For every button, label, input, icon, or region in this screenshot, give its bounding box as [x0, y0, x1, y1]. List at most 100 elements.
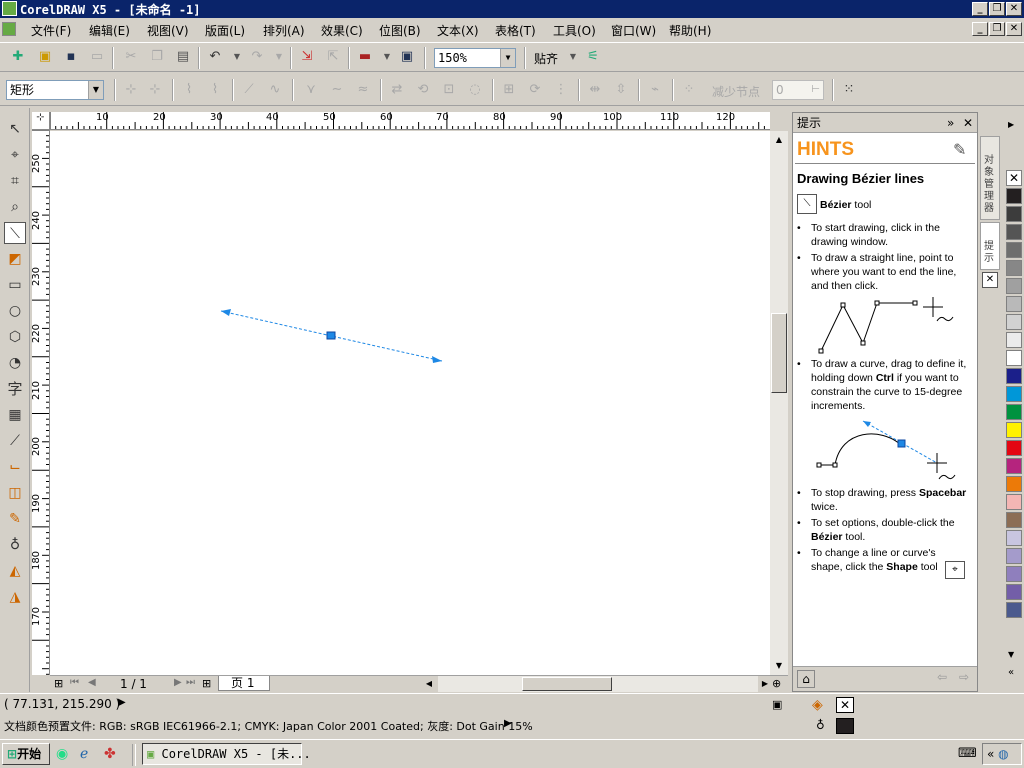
table-tool-icon[interactable]: ▦ — [4, 404, 26, 426]
no-color-swatch[interactable]: ✕ — [1006, 170, 1022, 186]
extract-subpath-icon[interactable]: ⊡ — [440, 81, 458, 99]
color-swatch[interactable] — [1006, 332, 1022, 348]
drawing-canvas[interactable] — [50, 131, 770, 675]
vertical-scrollbar[interactable]: ▲ ▼ — [770, 131, 788, 675]
menu-tools[interactable]: 工具(O) — [553, 22, 596, 39]
palette-scroll-down-icon[interactable]: ▼ — [1008, 650, 1014, 659]
menu-effects[interactable]: 效果(C) — [321, 22, 363, 39]
add-page-before-icon[interactable]: ⊞ — [54, 677, 63, 690]
crop-tool-icon[interactable]: ⌗ — [4, 170, 26, 192]
shape-tool-icon[interactable]: ⌖ — [4, 144, 26, 166]
add-page-after-icon[interactable]: ⊞ — [202, 677, 211, 690]
bezier-tool-icon[interactable]: ⟍ — [4, 222, 26, 244]
break-curve-icon[interactable]: ⌇ — [206, 81, 224, 99]
close-tab-icon[interactable]: ✕ — [982, 272, 998, 288]
dimension-tool-icon[interactable]: ⟋ — [4, 430, 26, 452]
cusp-node-icon[interactable]: ⋎ — [302, 81, 320, 99]
color-swatch[interactable] — [1006, 422, 1022, 438]
home-icon[interactable]: ⌂ — [797, 670, 815, 688]
elastic-mode-icon[interactable]: ⌁ — [646, 81, 664, 99]
paste-icon[interactable]: ▤ — [174, 48, 192, 66]
keyboard-icon[interactable]: ⌨ — [958, 746, 977, 761]
select-all-nodes-icon[interactable]: ⁘ — [680, 81, 698, 99]
interactive-fill-tool-icon[interactable]: ◮ — [4, 586, 26, 608]
help-book-icon[interactable]: ✎ — [953, 140, 966, 159]
next-page-icon[interactable]: ▶ — [174, 677, 182, 688]
color-swatch[interactable] — [1006, 242, 1022, 258]
pick-tool-icon[interactable]: ↖ — [4, 118, 26, 140]
delete-node-icon[interactable]: ⊹ — [146, 81, 164, 99]
palette-flyout-icon[interactable]: « — [1008, 667, 1014, 678]
color-swatch[interactable] — [1006, 314, 1022, 330]
stretch-nodes-icon[interactable]: ⊞ — [500, 81, 518, 99]
smooth-node-icon[interactable]: ∼ — [328, 81, 346, 99]
taskbar-coreldraw-button[interactable]: ▣ CorelDRAW X5 - [未... — [142, 743, 311, 765]
color-swatch[interactable] — [1006, 404, 1022, 420]
close-curve-icon[interactable]: ◌ — [466, 81, 484, 99]
text-tool-icon[interactable]: 字 — [4, 378, 26, 400]
join-nodes-icon[interactable]: ⌇ — [180, 81, 198, 99]
doc-restore-button[interactable]: ❐ — [989, 22, 1005, 36]
scroll-right-icon[interactable]: ▶ — [758, 677, 772, 691]
zoom-level-select[interactable]: 150% ▼ — [434, 48, 516, 68]
control-point-start[interactable] — [221, 309, 231, 316]
control-point-end[interactable] — [432, 356, 442, 363]
vertical-scroll-thumb[interactable] — [771, 313, 787, 393]
reflect-vertical-icon[interactable]: ⇳ — [612, 81, 630, 99]
menu-bitmaps[interactable]: 位图(B) — [379, 22, 421, 39]
color-swatch[interactable] — [1006, 386, 1022, 402]
navigator-zoom-icon[interactable]: ⊕ — [772, 677, 781, 690]
reduce-nodes-label[interactable]: 减少节点 — [712, 83, 760, 100]
redo-dropdown-icon[interactable]: ▼ — [270, 48, 288, 66]
tab-object-manager[interactable]: 对象管理器 — [980, 136, 1000, 220]
undo-icon[interactable]: ↶ — [206, 48, 224, 66]
print-icon[interactable]: ▭ — [88, 48, 106, 66]
tray-expand-icon[interactable]: « — [987, 747, 994, 761]
symmetrical-node-icon[interactable]: ≈ — [354, 81, 372, 99]
color-swatch[interactable] — [1006, 494, 1022, 510]
export-icon[interactable]: ⇱ — [324, 48, 342, 66]
ellipse-tool-icon[interactable]: ○ — [4, 300, 26, 322]
color-swatch[interactable] — [1006, 458, 1022, 474]
close-docker-icon[interactable]: ✕ — [963, 113, 973, 133]
scroll-up-icon[interactable]: ▲ — [771, 132, 787, 148]
new-document-icon[interactable]: ✚ — [9, 48, 27, 66]
page-tab[interactable]: 页 1 — [218, 676, 270, 691]
copy-icon[interactable]: ❐ — [148, 48, 166, 66]
application-launcher-icon[interactable]: ▬ — [356, 48, 374, 66]
outline-pen-tool-icon[interactable]: ♁ — [4, 534, 26, 556]
redo-icon[interactable]: ↷ — [248, 48, 266, 66]
blend-tool-icon[interactable]: ◫ — [4, 482, 26, 504]
expand-profile-icon[interactable]: ▶ — [504, 718, 512, 729]
horizontal-ruler[interactable]: 10 20 30 40 50 60 70 80 90 100 110 120 — [50, 112, 770, 130]
eyedropper-tool-icon[interactable]: ✎ — [4, 508, 26, 530]
node-handle[interactable] — [326, 331, 336, 340]
first-page-icon[interactable]: ⏮ — [70, 677, 79, 688]
fill-none-swatch[interactable]: ✕ — [836, 697, 854, 713]
color-swatch[interactable] — [1006, 296, 1022, 312]
tab-hints[interactable]: 提示 — [980, 222, 1000, 270]
horizontal-scroll-thumb[interactable] — [522, 677, 612, 691]
minimize-button[interactable]: _ — [972, 2, 988, 16]
open-folder-icon[interactable]: ▣ — [36, 48, 54, 66]
forward-arrow-icon[interactable]: ⇨ — [955, 670, 973, 688]
menu-layout[interactable]: 版面(L) — [205, 22, 245, 39]
color-swatch[interactable] — [1006, 602, 1022, 618]
palette-scroll-up-icon[interactable]: ▶ — [1008, 120, 1014, 129]
ruler-origin-icon[interactable]: ⊹ — [32, 112, 50, 130]
back-arrow-icon[interactable]: ⇦ — [933, 670, 951, 688]
color-swatch[interactable] — [1006, 530, 1022, 546]
rotate-nodes-icon[interactable]: ⟳ — [526, 81, 544, 99]
color-swatch[interactable] — [1006, 350, 1022, 366]
launcher-dropdown-icon[interactable]: ▼ — [378, 48, 396, 66]
view-options-icon[interactable]: ▣ — [772, 698, 782, 711]
convert-to-line-icon[interactable]: ⟋ — [240, 81, 258, 99]
color-swatch[interactable] — [1006, 566, 1022, 582]
color-swatch[interactable] — [1006, 512, 1022, 528]
smart-fill-tool-icon[interactable]: ◩ — [4, 248, 26, 270]
save-icon[interactable]: ▪ — [62, 48, 80, 66]
zoom-tool-icon[interactable]: ⌕ — [4, 196, 26, 218]
menu-text[interactable]: 文本(X) — [437, 22, 479, 39]
snap-to-button[interactable]: 贴齐 — [534, 50, 558, 67]
vertical-ruler[interactable]: 250 240 230 220 210 200 190 180 170 — [32, 130, 50, 675]
